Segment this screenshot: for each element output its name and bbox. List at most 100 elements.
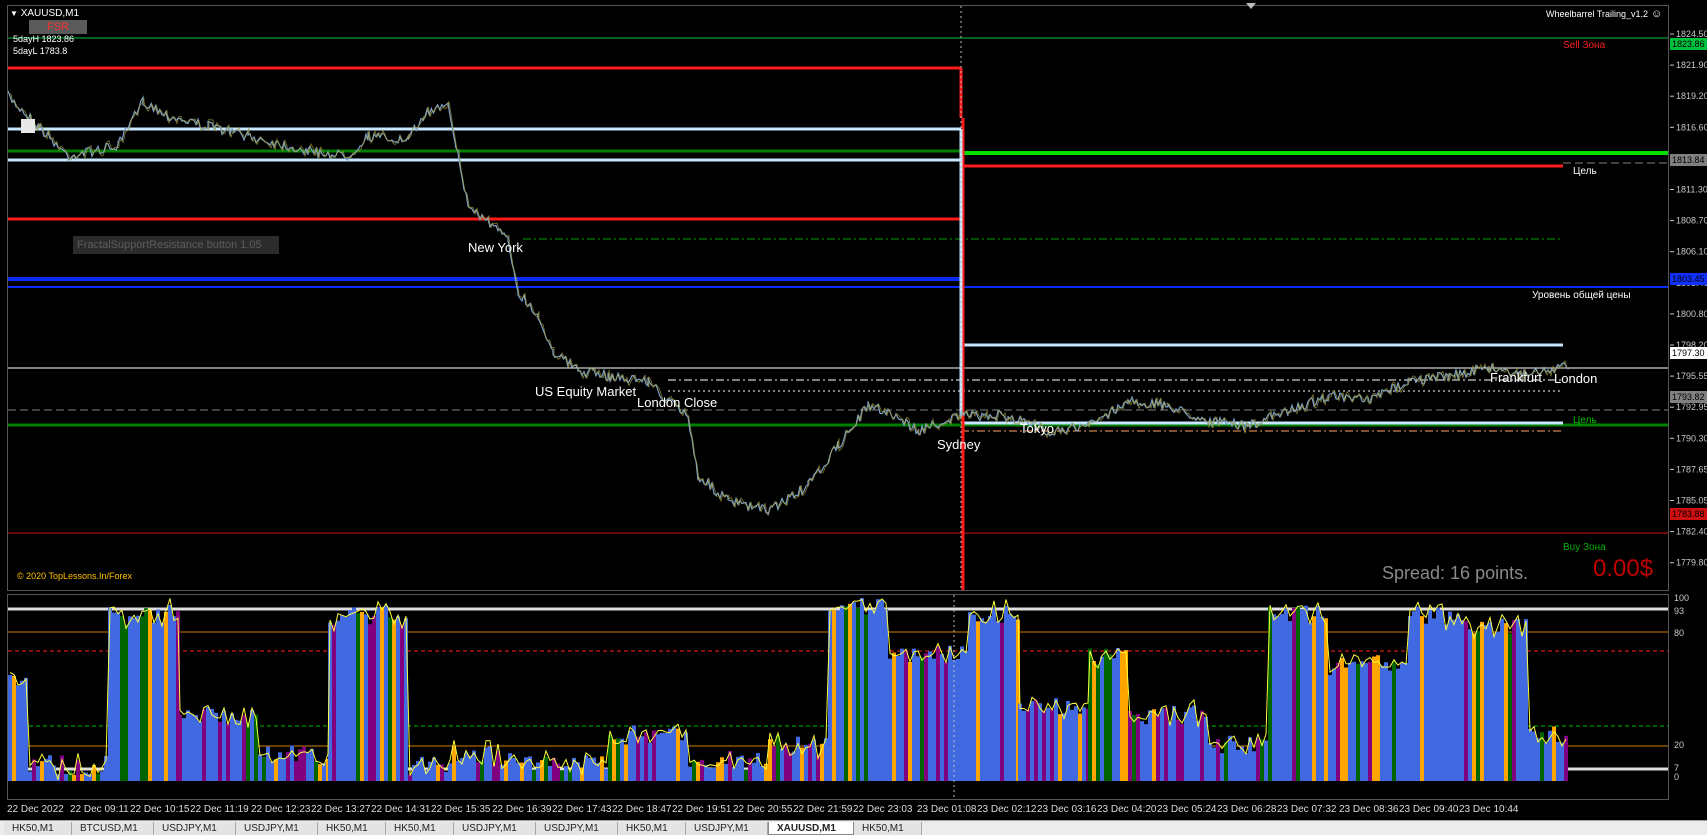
osc-bar (912, 648, 916, 781)
osc-bar (624, 744, 628, 781)
chart-tab[interactable]: USDJPY,M1 (454, 822, 536, 835)
osc-bar (860, 597, 864, 781)
osc-bar (452, 746, 456, 781)
osc-bar (250, 709, 254, 781)
chart-tab[interactable]: BTCUSD,M1 (72, 822, 154, 835)
osc-bar (852, 602, 856, 781)
five-day-high-label: 5dayH 1823.86 (13, 34, 75, 44)
osc-bar (664, 733, 668, 781)
osc-bar (512, 758, 516, 781)
price-series-shadow (8, 93, 1570, 515)
five-day-low-label: 5dayL 1783.8 (13, 46, 68, 56)
price-tag: 1793.82 (1670, 391, 1707, 403)
osc-bar (172, 616, 176, 781)
osc-bar (132, 617, 136, 781)
osc-tick-label: 93 (1674, 606, 1684, 616)
chart-tab[interactable]: USDJPY,M1 (686, 822, 768, 835)
price-tick-label: 1785.05 (1676, 496, 1707, 506)
osc-bar (856, 607, 860, 781)
osc-bar (242, 714, 246, 781)
osc-bar (136, 615, 140, 781)
fractal-support-resistance-button[interactable]: FractalSupportResistance button 1.05 (73, 236, 279, 254)
time-tick-label: 22 Dec 14:31 (371, 804, 431, 815)
osc-bar (1008, 613, 1012, 781)
chart-tab[interactable]: USDJPY,M1 (154, 822, 236, 835)
osc-bar (1384, 662, 1388, 781)
osc-bar (868, 610, 872, 781)
osc-bar (1420, 616, 1424, 781)
osc-bar (152, 622, 156, 781)
price-chart-panel[interactable]: ▼ XAUUSD,M1 5dayH 1823.86 5dayL 1783.8 W… (7, 5, 1669, 591)
osc-bar (840, 605, 844, 781)
chart-tab[interactable]: USDJPY,M1 (236, 822, 318, 835)
osc-bar (680, 740, 684, 781)
osc-bar (1112, 658, 1116, 781)
osc-bar (186, 710, 190, 781)
osc-bar (1004, 606, 1008, 781)
osc-bar (24, 677, 28, 781)
osc-bar (1424, 623, 1428, 781)
osc-bar (1276, 616, 1280, 781)
osc-bar (96, 773, 100, 781)
osc-bar (182, 718, 186, 781)
osc-bar (1000, 622, 1004, 781)
spread-label: Spread: 16 points. (1382, 563, 1529, 583)
chart-tab[interactable]: HK50,M1 (618, 822, 686, 835)
osc-bar (968, 612, 972, 781)
osc-bar (1304, 605, 1308, 781)
oscillator-canvas[interactable] (8, 595, 1668, 799)
osc-bar (1308, 622, 1312, 781)
chart-tab[interactable]: XAUUSD,M1 (768, 822, 854, 835)
osc-bar (972, 614, 976, 781)
time-axis[interactable]: 22 Dec 2022 22 Dec 09:11 22 Dec 10:15 22 De… (7, 800, 1669, 820)
osc-bar (1256, 737, 1260, 781)
osc-bar (836, 610, 840, 781)
osc-bar (928, 651, 932, 781)
osc-bar (724, 763, 728, 781)
osc-bar (984, 621, 988, 781)
chart-tab[interactable]: HK50,M1 (386, 822, 454, 835)
osc-bar (156, 609, 160, 781)
osc-bar (904, 650, 908, 781)
osc-bar (1054, 698, 1058, 781)
chart-shift-marker-icon[interactable] (1246, 3, 1256, 9)
osc-bar (124, 624, 128, 781)
smiley-icon: ☺ (1651, 8, 1663, 20)
osc-bar (314, 760, 318, 781)
time-tick-label: 22 Dec 11:19 (190, 804, 249, 815)
chart-marker-square[interactable] (21, 119, 35, 133)
osc-bar (1376, 655, 1380, 781)
price-axis[interactable]: 1824.501821.901819.201816.601813.901811.… (1670, 5, 1707, 591)
price-chart-canvas[interactable] (8, 6, 1668, 590)
chart-tab[interactable]: USDJPY,M1 (536, 822, 618, 835)
osc-bar (1120, 651, 1124, 781)
osc-bar (1372, 656, 1376, 781)
osc-bar (1096, 664, 1100, 781)
collapse-triangle-icon[interactable]: ▼ (10, 9, 18, 18)
time-tick-label: 23 Dec 02:12 (977, 804, 1037, 815)
oscillator-axis[interactable]: 100 93 80 20 7 0 (1670, 594, 1707, 800)
chart-tab[interactable]: HK50,M1 (4, 822, 72, 835)
chart-tab[interactable]: HK50,M1 (318, 822, 386, 835)
osc-bar (222, 710, 226, 781)
fsr-badge[interactable]: FSR (29, 20, 87, 34)
osc-bar (692, 760, 696, 781)
osc-bar (1412, 611, 1416, 781)
osc-bar (190, 714, 194, 781)
osc-bar (246, 721, 250, 781)
osc-bar (1328, 674, 1332, 781)
chart-tab[interactable]: HK50,M1 (854, 822, 922, 835)
osc-bar (1560, 742, 1564, 781)
osc-bar (744, 769, 748, 781)
price-tick-label: 1782.40 (1676, 527, 1707, 537)
osc-bar (1380, 665, 1384, 781)
osc-bar (604, 768, 608, 781)
time-tick-label: 22 Dec 15:35 (431, 804, 491, 815)
osc-bar (1528, 728, 1532, 781)
oscillator-panel[interactable] (7, 594, 1669, 800)
session-sydney: Sydney (937, 437, 981, 452)
osc-bar (1062, 713, 1066, 781)
osc-bar (1030, 701, 1034, 781)
osc-bar (164, 611, 168, 781)
osc-bar (178, 714, 182, 781)
